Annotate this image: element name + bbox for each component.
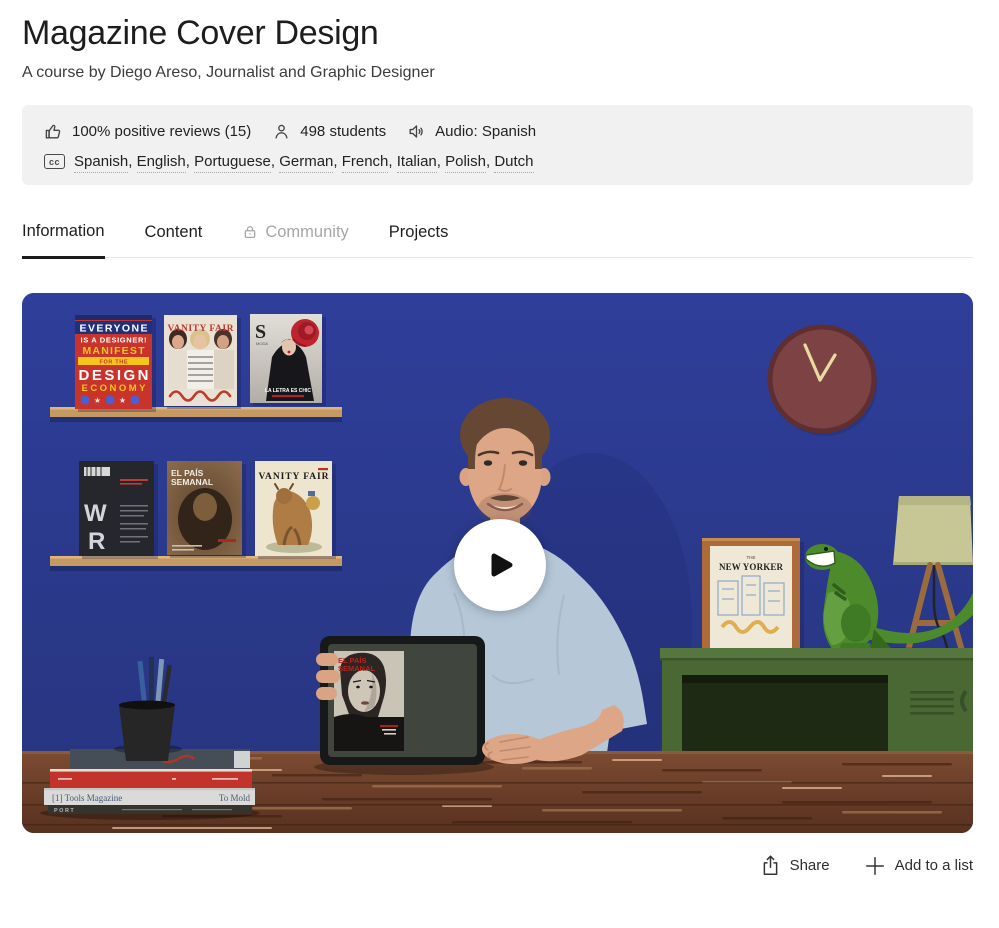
tablet: EL PAÍS SEMANAL xyxy=(314,636,494,775)
svg-text:NEW YORKER: NEW YORKER xyxy=(719,562,784,572)
svg-text:★: ★ xyxy=(119,396,126,405)
svg-text:FOR THE: FOR THE xyxy=(100,360,128,366)
stats-bar: 100% positive reviews (15) 498 students … xyxy=(22,105,973,185)
svg-text:S: S xyxy=(255,321,266,343)
svg-text:DESIGN: DESIGN xyxy=(79,367,149,384)
magazine-wire: W R xyxy=(79,461,158,559)
tab-community[interactable]: Community xyxy=(242,222,348,257)
share-label: Share xyxy=(790,857,830,874)
subtitle-language: German xyxy=(279,153,333,173)
person-icon xyxy=(272,122,291,141)
reviews-stat: 100% positive reviews (15) xyxy=(44,122,251,141)
magazine-manifesto: EVERYONE IS A DESIGNER! MANIFEST FOR THE… xyxy=(75,315,156,412)
svg-text:R: R xyxy=(88,528,105,555)
rose-hat xyxy=(291,319,319,347)
page-title: Magazine Cover Design xyxy=(22,14,973,53)
tab-information[interactable]: Information xyxy=(22,222,105,259)
audio-text: Audio: Spanish xyxy=(435,123,536,140)
framed-new-yorker-cover: THE NEW YORKER xyxy=(702,538,804,660)
svg-text:MANIFEST: MANIFEST xyxy=(83,345,146,357)
subtitle-language: English xyxy=(137,153,186,173)
audio-stat: Audio: Spanish xyxy=(407,122,536,141)
magazine-s-moda: S MODA LA LETRA ES CHIC xyxy=(250,314,326,406)
wall-clock xyxy=(770,327,877,436)
subtitle-language: Italian xyxy=(397,153,437,173)
svg-text:LA LETRA ES CHIC: LA LETRA ES CHIC xyxy=(265,388,311,394)
magazine-vanity-fair-photo: VANITY FAIR xyxy=(164,315,241,409)
green-cabinet xyxy=(660,648,973,757)
play-button[interactable] xyxy=(454,519,546,611)
magazine-el-pais: EL PAÍS SEMANAL xyxy=(167,461,246,558)
thumbs-up-icon xyxy=(44,122,63,141)
svg-text:VANITY FAIR: VANITY FAIR xyxy=(168,324,234,334)
tab-projects[interactable]: Projects xyxy=(389,222,449,257)
subtitle-language: French xyxy=(342,153,389,173)
svg-text:ECONOMY: ECONOMY xyxy=(82,383,147,394)
svg-text:PORT: PORT xyxy=(54,808,75,814)
play-icon xyxy=(480,545,520,585)
svg-text:W: W xyxy=(84,500,107,527)
tab-bar: Information Content Community Projects xyxy=(22,222,973,258)
subtitle-language: Portuguese xyxy=(194,153,271,173)
svg-text:[1] Tools Magazine: [1] Tools Magazine xyxy=(52,793,122,803)
tab-community-label: Community xyxy=(265,223,348,242)
subtitle-languages: Spanish, English, Portuguese, German, Fr… xyxy=(74,153,534,170)
svg-text:★: ★ xyxy=(94,396,101,405)
subtitle-language: Dutch xyxy=(494,153,533,173)
tablet-cover-image: EL PAÍS SEMANAL xyxy=(334,651,404,751)
plus-icon xyxy=(864,855,886,877)
tab-content[interactable]: Content xyxy=(145,222,203,257)
reviews-text: 100% positive reviews (15) xyxy=(72,123,251,140)
svg-text:SEMANAL: SEMANAL xyxy=(338,664,376,673)
hand-holding-tablet xyxy=(316,653,340,700)
svg-text:MODA: MODA xyxy=(256,341,268,346)
svg-text:SEMANAL: SEMANAL xyxy=(171,477,213,487)
svg-text:THE: THE xyxy=(747,555,756,560)
share-button[interactable]: Share xyxy=(760,854,830,877)
magazine-vanity-fair-illustrated: VANITY FAIR xyxy=(255,461,336,559)
svg-text:VANITY FAIR: VANITY FAIR xyxy=(259,472,329,482)
subtitle-language: Spanish xyxy=(74,153,128,173)
stats-row-2: cc Spanish, English, Portuguese, German,… xyxy=(44,153,951,170)
svg-text:IS A DESIGNER!: IS A DESIGNER! xyxy=(81,336,147,345)
closed-captions-icon: cc xyxy=(44,154,65,169)
video-actions: Share Add to a list xyxy=(22,854,973,877)
svg-text:To Mold: To Mold xyxy=(219,793,251,803)
svg-text:EVERYONE: EVERYONE xyxy=(80,323,148,335)
stats-row-1: 100% positive reviews (15) 498 students … xyxy=(44,122,951,141)
subtitle-language: Polish xyxy=(445,153,486,173)
students-stat: 498 students xyxy=(272,122,386,141)
add-to-list-button[interactable]: Add to a list xyxy=(864,855,973,877)
students-text: 498 students xyxy=(300,123,386,140)
course-video[interactable]: EVERYONE IS A DESIGNER! MANIFEST FOR THE… xyxy=(22,293,973,833)
share-icon xyxy=(760,854,781,877)
lock-icon xyxy=(242,224,258,240)
add-to-list-label: Add to a list xyxy=(895,857,973,874)
speaker-icon xyxy=(407,122,426,141)
course-subtitle: A course by Diego Areso, Journalist and … xyxy=(22,64,973,82)
